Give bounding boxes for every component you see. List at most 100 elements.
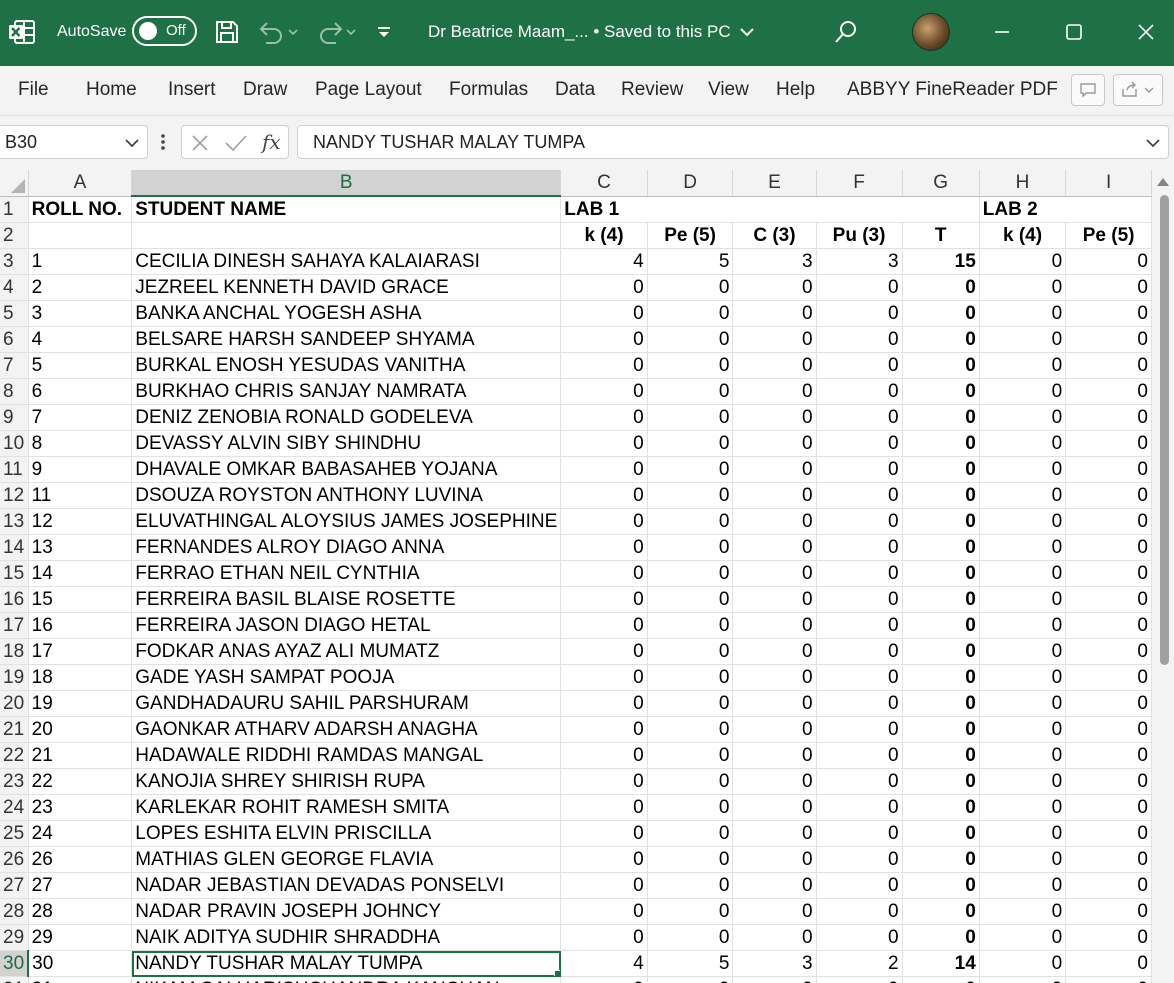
cell-lab1-pu[interactable]: 0 — [816, 638, 903, 665]
cell-lab1-k[interactable]: 0 — [560, 716, 648, 743]
search-icon[interactable] — [833, 19, 859, 45]
cell-lab1-k[interactable]: 0 — [560, 508, 648, 535]
row-header[interactable]: 25 — [0, 820, 29, 847]
column-header-i[interactable]: I — [1065, 170, 1152, 197]
cell-student-name[interactable]: KANOJIA SHREY SHIRISH RUPA — [131, 768, 562, 795]
cell-lab2-k[interactable]: 0 — [979, 742, 1067, 769]
cell-lab1-k[interactable]: 0 — [560, 430, 648, 457]
cell-lab2-pe[interactable]: 0 — [1065, 326, 1152, 353]
cancel-icon[interactable] — [190, 133, 210, 153]
cell-lab1-pe[interactable]: 0 — [647, 482, 734, 509]
cell-lab2-pe[interactable]: 0 — [1065, 638, 1152, 665]
tab-view[interactable]: View — [708, 79, 749, 105]
tab-help[interactable]: Help — [776, 79, 815, 105]
enter-check-icon[interactable] — [224, 133, 248, 153]
cell-lab1-pu[interactable]: 0 — [816, 404, 903, 431]
cell-lab2-pe[interactable]: 0 — [1065, 664, 1152, 691]
cell-lab1-c[interactable]: 0 — [732, 586, 817, 613]
cell-roll-no[interactable]: 16 — [28, 612, 133, 639]
worksheet-grid[interactable]: A B C D E F G H I 1 ROLL NO. STUDENT NAM… — [0, 170, 1152, 983]
column-header-f[interactable]: F — [816, 170, 903, 197]
tab-abbyy[interactable]: ABBYY FineReader PDF — [847, 79, 1058, 105]
cell-lab1-k[interactable]: 0 — [560, 794, 648, 821]
row-header[interactable]: 26 — [0, 846, 29, 873]
cell-lab2-k[interactable]: 0 — [979, 794, 1067, 821]
cell-lab2-pe[interactable]: 0 — [1065, 976, 1152, 983]
row-header[interactable]: 15 — [0, 560, 29, 587]
cell-lab2-k[interactable]: 0 — [979, 534, 1067, 561]
cell-lab1-total[interactable]: 0 — [902, 274, 980, 301]
cell-lab1-k[interactable]: 0 — [560, 586, 648, 613]
cell-lab1-pu[interactable]: 0 — [816, 300, 903, 327]
cell-roll-no[interactable]: 9 — [28, 456, 133, 483]
cell-roll-no[interactable]: 22 — [28, 768, 133, 795]
cell-lab1-total[interactable]: 0 — [902, 898, 980, 925]
cell-student-name[interactable]: DSOUZA ROYSTON ANTHONY LUVINA — [131, 482, 562, 509]
cell-lab1-k[interactable]: 0 — [560, 872, 648, 899]
tab-home[interactable]: Home — [86, 79, 137, 105]
cell-lab1-c[interactable]: 0 — [732, 430, 817, 457]
cell-lab1-pu[interactable]: 0 — [816, 846, 903, 873]
cell-lab2-k[interactable]: 0 — [979, 872, 1067, 899]
cell-lab1-pu[interactable]: 0 — [816, 742, 903, 769]
cell-lab1-pe[interactable]: 0 — [647, 898, 734, 925]
cell-lab1-c[interactable]: 0 — [732, 716, 817, 743]
cell-student-name[interactable]: FERREIRA JASON DIAGO HETAL — [131, 612, 562, 639]
row-header[interactable]: 18 — [0, 638, 29, 665]
cell-lab1-pe[interactable]: 0 — [647, 976, 734, 983]
column-header-g[interactable]: G — [902, 170, 980, 197]
cell-lab1-pu[interactable]: 0 — [816, 352, 903, 379]
cell-lab1-pu[interactable]: 0 — [816, 872, 903, 899]
cell-lab1-c[interactable]: 0 — [732, 612, 817, 639]
tab-file[interactable]: File — [18, 79, 49, 105]
cell-lab1-pe[interactable]: 0 — [647, 742, 734, 769]
cell-lab1-k[interactable]: 0 — [560, 300, 648, 327]
cell-lab2-k[interactable]: 0 — [979, 326, 1067, 353]
fill-handle[interactable] — [554, 970, 560, 976]
column-header-h[interactable]: H — [979, 170, 1067, 197]
cell-lab1-pe[interactable]: 0 — [647, 664, 734, 691]
cell-lab1-total[interactable]: 0 — [902, 794, 980, 821]
cell-student-name-header[interactable]: STUDENT NAME — [131, 196, 562, 223]
more-options-icon[interactable] — [158, 130, 168, 154]
cell-lab1-pe[interactable]: 0 — [647, 534, 734, 561]
vertical-scrollbar[interactable] — [1152, 170, 1174, 983]
cell-lab1-total[interactable]: 0 — [902, 768, 980, 795]
row-header[interactable]: 23 — [0, 768, 29, 795]
cell-lab1-total[interactable]: 0 — [902, 508, 980, 535]
cell-pu3-header[interactable]: Pu (3) — [816, 222, 903, 249]
cell-lab1-pu[interactable]: 0 — [816, 508, 903, 535]
row-header[interactable]: 13 — [0, 508, 29, 535]
column-header-c[interactable]: C — [560, 170, 648, 197]
cell-lab2-k[interactable]: 0 — [979, 378, 1067, 405]
cell-lab2-pe[interactable]: 0 — [1065, 482, 1152, 509]
cell-lab1-k[interactable]: 0 — [560, 664, 648, 691]
cell-lab1-pu[interactable]: 0 — [816, 456, 903, 483]
save-icon[interactable] — [214, 19, 240, 45]
cell-lab1-k[interactable]: 0 — [560, 274, 648, 301]
cell-lab2-k[interactable]: 0 — [979, 638, 1067, 665]
cell-lab2-pe[interactable]: 0 — [1065, 716, 1152, 743]
cell-roll-no[interactable]: 11 — [28, 482, 133, 509]
cell-roll-no[interactable]: 20 — [28, 716, 133, 743]
cell-student-name[interactable]: ELUVATHINGAL ALOYSIUS JAMES JOSEPHINE — [131, 508, 562, 535]
cell-lab1-c[interactable]: 0 — [732, 404, 817, 431]
cell-lab1-k[interactable]: 4 — [560, 950, 648, 977]
row-header[interactable]: 29 — [0, 924, 29, 951]
cell-lab2-pe[interactable]: 0 — [1065, 586, 1152, 613]
cell-lab1-pe[interactable]: 0 — [647, 300, 734, 327]
cell-lab1-pe[interactable]: 0 — [647, 404, 734, 431]
cell-lab1-c[interactable]: 0 — [732, 352, 817, 379]
cell-roll-no[interactable]: 13 — [28, 534, 133, 561]
cell-lab1-pu[interactable]: 3 — [816, 248, 903, 275]
cell-student-name[interactable]: DEVASSY ALVIN SIBY SHINDHU — [131, 430, 562, 457]
column-header-b[interactable]: B — [131, 170, 562, 197]
cell-lab1-pu[interactable]: 0 — [816, 534, 903, 561]
cell[interactable] — [902, 196, 980, 223]
cell-roll-no[interactable]: 5 — [28, 352, 133, 379]
row-header[interactable]: 14 — [0, 534, 29, 561]
cell-lab2-pe[interactable]: 0 — [1065, 924, 1152, 951]
cell-lab1-pu[interactable]: 0 — [816, 612, 903, 639]
cell-roll-no[interactable]: 23 — [28, 794, 133, 821]
cell-lab2-k[interactable]: 0 — [979, 820, 1067, 847]
